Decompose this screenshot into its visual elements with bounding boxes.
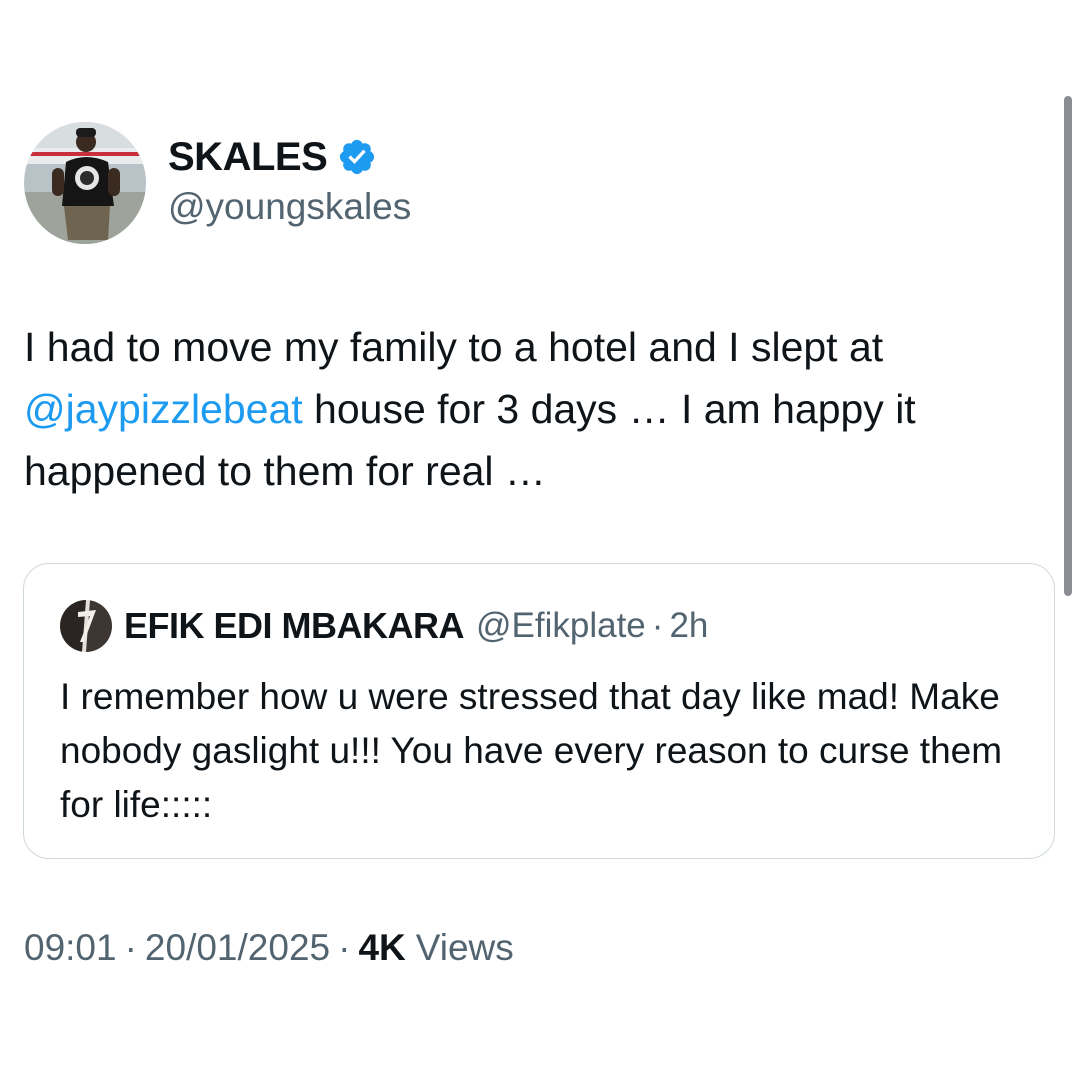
profile-photo-icon	[60, 600, 112, 652]
tweet-text: I had to move my family to a hotel and I…	[24, 316, 1044, 502]
author-display-name[interactable]: SKALES	[168, 135, 328, 180]
author-avatar[interactable]	[24, 122, 146, 244]
tweet-text-part: I had to move my family to a hotel and I…	[24, 324, 884, 370]
views-label: Views	[415, 927, 514, 968]
separator-dot: ·	[124, 927, 137, 968]
tweet-date[interactable]: 20/01/2025	[145, 927, 330, 969]
quote-author-display-name[interactable]: EFIK EDI MBAKARA	[124, 605, 465, 647]
quote-header: EFIK EDI MBAKARA @Efikplate · 2h	[60, 600, 708, 652]
quote-author-avatar[interactable]	[60, 600, 112, 652]
mention-link[interactable]: @jaypizzlebeat	[24, 386, 303, 432]
quote-timestamp[interactable]: 2h	[669, 606, 708, 646]
scrollbar[interactable]	[1064, 96, 1072, 596]
profile-photo-icon	[24, 122, 146, 244]
tweet-time[interactable]: 09:01	[24, 927, 117, 969]
separator-dot: ·	[651, 606, 664, 645]
author-name-row[interactable]: SKALES	[168, 132, 377, 182]
views-count: 4K	[358, 927, 406, 968]
quote-author-handle[interactable]: @Efikplate	[476, 606, 646, 646]
tweet-meta: 09:01 · 20/01/2025 · 4K Views	[24, 922, 514, 974]
author-handle[interactable]: @youngskales	[168, 186, 411, 228]
verified-badge-icon	[337, 137, 377, 177]
quoted-tweet-card[interactable]: EFIK EDI MBAKARA @Efikplate · 2h I remem…	[23, 563, 1055, 859]
quote-text: I remember how u were stressed that day …	[60, 676, 1003, 825]
separator-dot: ·	[338, 927, 351, 968]
